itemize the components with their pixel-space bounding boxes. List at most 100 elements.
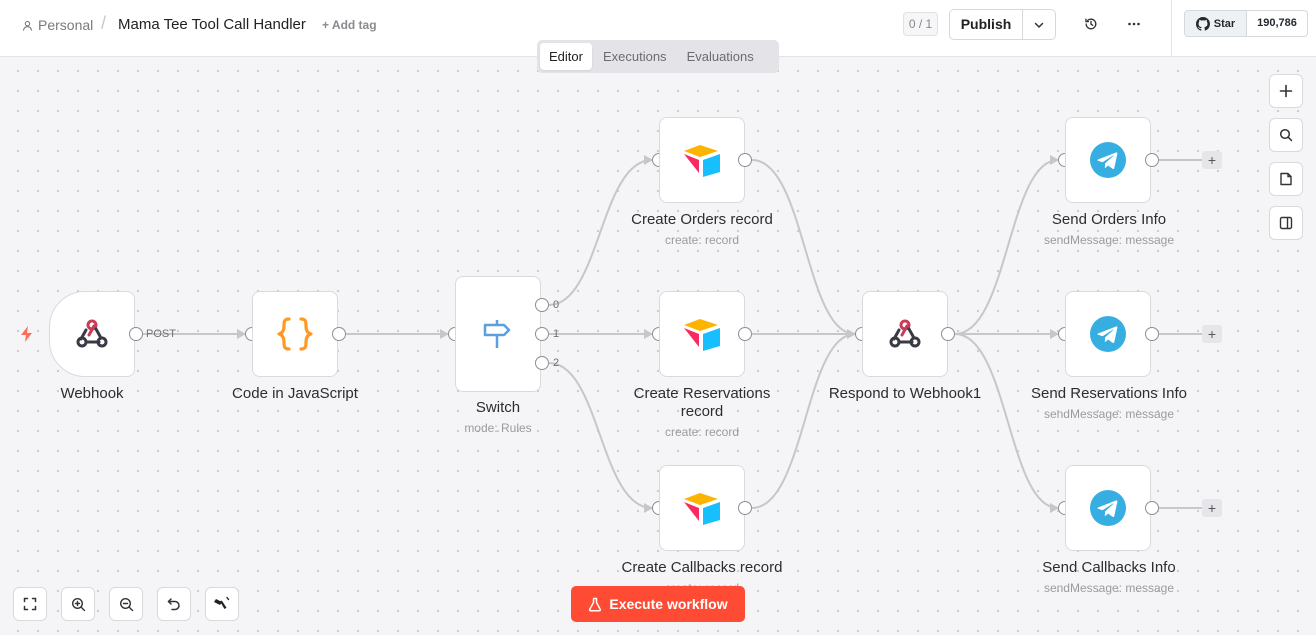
switch-output-1[interactable] bbox=[535, 327, 549, 341]
add-tag-button[interactable]: + Add tag bbox=[322, 18, 377, 32]
zoom-in-button[interactable] bbox=[61, 587, 95, 621]
search-icon bbox=[1279, 128, 1293, 142]
more-options-button[interactable] bbox=[1124, 14, 1144, 34]
node-label: Send Reservations Info bbox=[1031, 385, 1187, 402]
switch-output-label: 1 bbox=[553, 328, 560, 340]
version-counter: 0 / 1 bbox=[903, 12, 938, 36]
signpost-icon bbox=[483, 320, 511, 348]
user-icon bbox=[22, 20, 33, 31]
send-reservations-output-port[interactable] bbox=[1145, 327, 1159, 341]
node-webhook[interactable] bbox=[49, 291, 135, 377]
switch-output-0[interactable] bbox=[535, 298, 549, 312]
telegram-icon bbox=[1090, 490, 1126, 526]
node-sublabel: sendMessage: message bbox=[1043, 407, 1175, 421]
tab-executions[interactable]: Executions bbox=[594, 43, 676, 70]
node-label: Switch bbox=[475, 399, 521, 416]
github-star-label: Star bbox=[1213, 17, 1236, 30]
github-star-widget[interactable]: Star 190,786 bbox=[1184, 10, 1308, 37]
node-send-reservations[interactable] bbox=[1065, 291, 1151, 377]
switch-output-label: 0 bbox=[553, 299, 560, 311]
tidy-up-button[interactable] bbox=[205, 587, 239, 621]
node-create-callbacks[interactable] bbox=[659, 465, 745, 551]
airtable-icon bbox=[684, 145, 720, 177]
view-tabs: Editor Executions Evaluations bbox=[537, 40, 779, 73]
zoom-out-icon bbox=[119, 597, 133, 611]
undo-icon bbox=[167, 598, 180, 611]
node-sublabel: mode: Rules bbox=[464, 421, 532, 435]
execute-workflow-button[interactable]: Execute workflow bbox=[571, 586, 745, 622]
publish-group: Publish bbox=[949, 9, 1056, 40]
panel-right-icon bbox=[1279, 216, 1293, 230]
send-callbacks-output-port[interactable] bbox=[1145, 501, 1159, 515]
maximize-icon bbox=[23, 597, 37, 611]
webhook-method-label: POST bbox=[146, 328, 176, 340]
publish-button[interactable]: Publish bbox=[950, 10, 1023, 39]
sticky-note-icon bbox=[1280, 172, 1292, 186]
telegram-icon bbox=[1090, 142, 1126, 178]
breadcrumb-personal-label: Personal bbox=[38, 17, 94, 33]
node-label: Create Orders record bbox=[631, 211, 773, 228]
add-node-button[interactable]: + bbox=[1202, 325, 1222, 343]
chevron-down-icon bbox=[1034, 22, 1044, 28]
tab-editor[interactable]: Editor bbox=[540, 43, 592, 70]
node-create-reservations[interactable] bbox=[659, 291, 745, 377]
github-icon bbox=[1195, 16, 1210, 31]
zoom-in-icon bbox=[71, 597, 85, 611]
toggle-panel-button[interactable] bbox=[1269, 206, 1303, 240]
publish-dropdown-button[interactable] bbox=[1023, 10, 1055, 39]
telegram-icon bbox=[1090, 316, 1126, 352]
node-label: Send Orders Info bbox=[1051, 211, 1167, 228]
history-icon bbox=[1085, 18, 1097, 30]
create-callbacks-output-port[interactable] bbox=[738, 501, 752, 515]
node-label: Send Callbacks Info bbox=[1042, 559, 1176, 576]
more-horizontal-icon bbox=[1128, 22, 1140, 26]
node-send-orders[interactable] bbox=[1065, 117, 1151, 203]
search-nodes-button[interactable] bbox=[1269, 118, 1303, 152]
switch-output-2[interactable] bbox=[535, 356, 549, 370]
airtable-icon bbox=[684, 493, 720, 525]
add-node-button[interactable]: + bbox=[1202, 151, 1222, 169]
respond-output-port[interactable] bbox=[941, 327, 955, 341]
undo-button[interactable] bbox=[157, 587, 191, 621]
add-node-button[interactable]: + bbox=[1202, 499, 1222, 517]
execute-workflow-label: Execute workflow bbox=[609, 596, 728, 612]
code-output-port[interactable] bbox=[332, 327, 346, 341]
switch-output-label: 2 bbox=[553, 357, 560, 369]
broom-icon bbox=[214, 596, 230, 609]
add-node-panel-button[interactable] bbox=[1269, 74, 1303, 108]
webhook-output-port[interactable] bbox=[129, 327, 143, 341]
sticky-note-button[interactable] bbox=[1269, 162, 1303, 196]
node-label: Create Callbacks record bbox=[621, 559, 783, 576]
node-sublabel: create: record bbox=[664, 233, 740, 247]
node-label: Respond to Webhook1 bbox=[828, 385, 982, 402]
node-send-callbacks[interactable] bbox=[1065, 465, 1151, 551]
workflow-title[interactable]: Mama Tee Tool Call Handler bbox=[118, 16, 306, 33]
webhook-icon bbox=[889, 319, 921, 348]
node-label: Create Reservations record bbox=[633, 385, 771, 420]
breadcrumb-personal[interactable]: Personal bbox=[22, 17, 93, 33]
github-star-count[interactable]: 190,786 bbox=[1247, 11, 1307, 36]
node-switch[interactable] bbox=[455, 276, 541, 392]
node-label: Code in JavaScript bbox=[232, 385, 358, 402]
node-sublabel: create: record bbox=[664, 425, 740, 439]
node-create-orders[interactable] bbox=[659, 117, 745, 203]
tab-evaluations[interactable]: Evaluations bbox=[678, 43, 763, 70]
node-sublabel: sendMessage: message bbox=[1043, 233, 1175, 247]
node-label: Webhook bbox=[60, 385, 124, 402]
node-sublabel: sendMessage: message bbox=[1043, 581, 1175, 595]
webhook-icon bbox=[76, 319, 108, 348]
send-orders-output-port[interactable] bbox=[1145, 153, 1159, 167]
history-button[interactable] bbox=[1081, 14, 1101, 34]
breadcrumb-separator: / bbox=[101, 13, 107, 33]
github-star-button[interactable]: Star bbox=[1185, 11, 1247, 36]
trigger-bolt-icon bbox=[21, 326, 32, 342]
header-divider bbox=[1171, 0, 1172, 57]
code-braces-icon bbox=[277, 317, 313, 351]
create-reservations-output-port[interactable] bbox=[738, 327, 752, 341]
create-orders-output-port[interactable] bbox=[738, 153, 752, 167]
node-code[interactable] bbox=[252, 291, 338, 377]
node-respond-to-webhook[interactable] bbox=[862, 291, 948, 377]
plus-icon bbox=[1279, 84, 1293, 98]
fit-view-button[interactable] bbox=[13, 587, 47, 621]
zoom-out-button[interactable] bbox=[109, 587, 143, 621]
